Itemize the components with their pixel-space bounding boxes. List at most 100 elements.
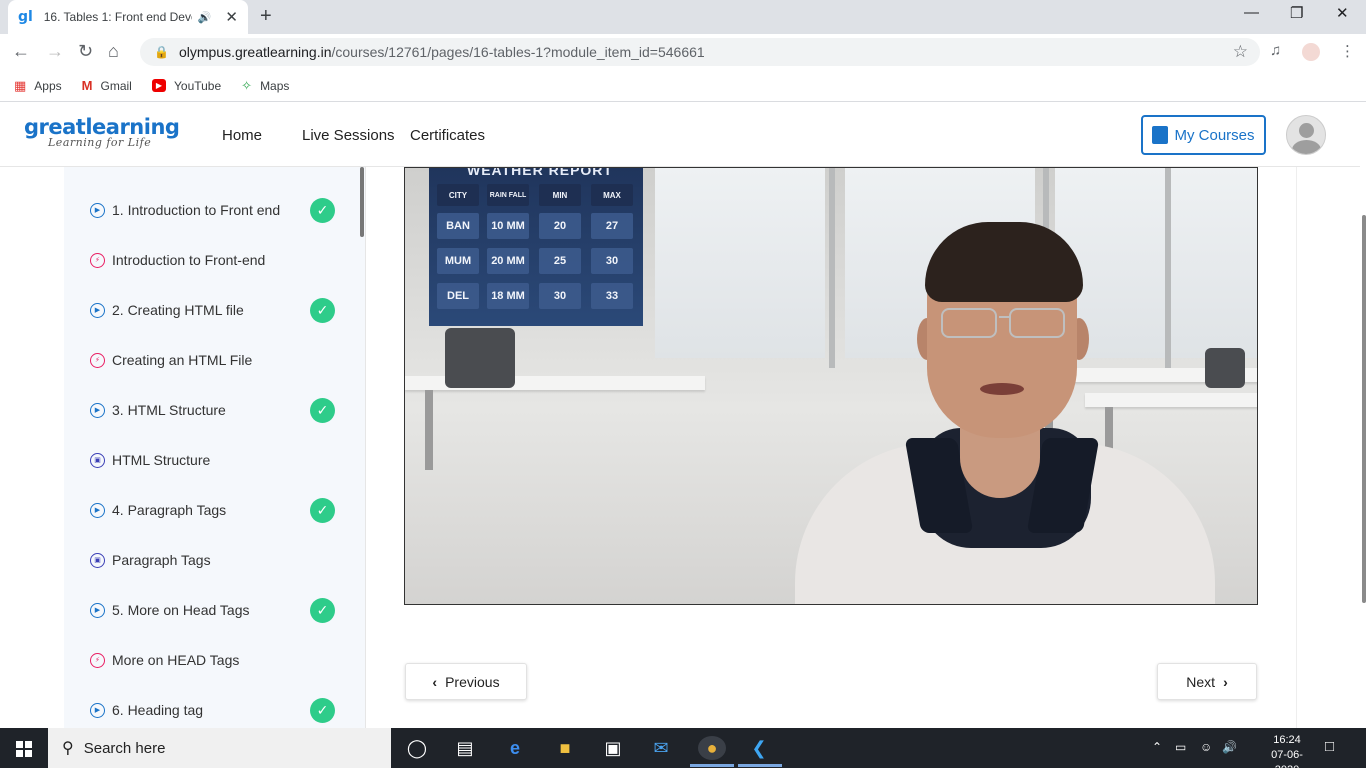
bookmark-label: Gmail [100,78,132,93]
bookmark-youtube[interactable]: ▶ YouTube [151,78,222,93]
url-path: /courses/12761/pages/16-tables-1?module_… [331,44,705,60]
module-label: 6. Heading tag [112,702,204,718]
profile-avatar-icon[interactable] [1302,43,1320,61]
previous-label: Previous [445,673,500,690]
module-item[interactable]: ▣ HTML Structure [90,448,210,472]
user-avatar[interactable] [1286,115,1326,155]
completed-check-icon: ✓ [310,698,335,723]
clock-time: 16:24 [1273,734,1301,746]
bookmark-label: YouTube [174,78,222,93]
edge-icon[interactable]: e [502,736,528,760]
bookmark-label: Maps [260,78,290,93]
module-item[interactable]: ⚡ Introduction to Front-end [90,248,265,272]
nav-home[interactable]: Home [222,127,262,144]
module-label: 4. Paragraph Tags [112,502,227,518]
battery-icon[interactable]: ▭ [1175,740,1186,754]
bookmark-apps[interactable]: ▦ Apps [14,78,62,94]
module-item[interactable]: ▶ 5. More on Head Tags [90,598,250,622]
task-view-icon[interactable]: ▤ [452,736,478,760]
chrome-icon[interactable]: ● [698,736,726,760]
system-clock[interactable]: 16:24 07-06-2020 [1262,733,1312,768]
close-tab-icon[interactable]: ✕ [225,8,238,26]
minimize-icon[interactable]: — [1244,4,1259,21]
browser-tab[interactable]: gl 16. Tables 1: Front end Devel 🔊 ✕ [8,0,248,34]
home-icon[interactable]: ⌂ [108,41,119,62]
reload-icon[interactable]: ↻ [78,41,93,62]
gmail-icon: M [81,78,93,93]
next-button[interactable]: Next › [1157,663,1257,700]
module-label: More on HEAD Tags [112,652,240,668]
close-window-icon[interactable]: ✕ [1336,4,1349,22]
chevron-right-icon: › [1223,673,1228,690]
live-session-icon: ⚡ [90,252,105,268]
url-host: olympus.greatlearning.in [178,44,332,60]
bookmark-gmail[interactable]: M Gmail [82,78,132,93]
module-item[interactable]: ⚡ Creating an HTML File [90,348,252,372]
module-label: HTML Structure [112,452,211,468]
lesson-video-player[interactable]: WEATHER REPORT CITY RAIN FALL MIN MAX BA… [404,167,1258,605]
video-play-icon: ▶ [90,402,105,418]
new-tab-icon[interactable]: + [260,5,272,28]
module-item[interactable]: ▶ 4. Paragraph Tags [90,498,226,522]
show-hidden-icons-icon[interactable]: ⌃ [1152,740,1162,754]
completed-check-icon: ✓ [310,498,335,523]
previous-button[interactable]: ‹ Previous [405,663,527,700]
volume-icon[interactable]: 🔊 [1222,740,1237,754]
completed-check-icon: ✓ [310,398,335,423]
file-explorer-icon[interactable]: ■ [552,736,578,760]
module-item[interactable]: ▶ 1. Introduction to Front end [90,198,280,222]
media-control-icon[interactable]: ♫ [1270,42,1281,59]
lock-icon[interactable]: 🔒 [154,45,169,59]
browser-toolbar: ← → ↻ ⌂ 🔒 olympus.greatlearning.in/cours… [0,34,1366,70]
action-center-icon[interactable]: □ [1325,738,1334,755]
module-item[interactable]: ⚡ More on HEAD Tags [90,648,239,672]
taskbar-search-box[interactable]: ⚲ Search here [48,728,391,768]
windows-taskbar: ⚲ Search here ◯ ▤ e ■ ▣ ✉ ● ❮ ⌃ ▭ ☺ 🔊 16… [0,728,1366,768]
completed-check-icon: ✓ [310,198,335,223]
module-label: 3. HTML Structure [112,402,226,418]
address-bar[interactable]: 🔒 olympus.greatlearning.in/courses/12761… [140,38,1260,66]
bookmark-maps[interactable]: ✧ Maps [241,78,289,94]
module-item[interactable]: ▶ 2. Creating HTML file [90,298,244,322]
maps-icon: ✧ [241,77,253,93]
mail-icon[interactable]: ✉ [648,736,674,760]
bookmark-star-icon[interactable]: ☆ [1233,42,1248,62]
bookmarks-bar: ▦ Apps M Gmail ▶ YouTube ✧ Maps [0,70,1366,102]
video-play-icon: ▶ [90,302,105,318]
chrome-menu-icon[interactable]: ⋮ [1340,42,1355,60]
windows-start-icon[interactable] [16,741,32,757]
nav-certificates[interactable]: Certificates [410,127,485,144]
greatlearning-logo[interactable]: greatlearning Learning for Life [24,115,180,149]
module-label: 2. Creating HTML file [112,302,244,318]
video-play-icon: ▶ [90,702,105,718]
table-cell: DEL [437,283,479,309]
module-item[interactable]: ▶ 3. HTML Structure [90,398,226,422]
completed-check-icon: ✓ [310,598,335,623]
forward-icon[interactable]: → [46,41,64,62]
back-icon[interactable]: ← [12,41,30,62]
wifi-icon[interactable]: ☺ [1200,740,1212,754]
cortana-icon[interactable]: ◯ [404,736,430,760]
module-item[interactable]: ▣ Paragraph Tags [90,548,211,572]
module-label: Introduction to Front-end [112,252,266,268]
nav-live-sessions[interactable]: Live Sessions [302,127,395,144]
audio-playing-icon[interactable]: 🔊 [198,11,212,24]
table-header: CITY [437,184,479,206]
course-module-sidebar: ▶ 1. Introduction to Front end ✓ ⚡ Introdu… [64,167,366,728]
youtube-icon: ▶ [151,79,166,92]
chevron-left-icon: ‹ [432,673,438,690]
site-header: greatlearning Learning for Life Home Liv… [0,103,1360,167]
my-courses-button[interactable]: My Courses [1141,115,1266,155]
vscode-icon[interactable]: ❮ [746,736,772,760]
module-item[interactable]: ▶ 6. Heading tag [90,698,203,722]
page-scrollbar[interactable] [1362,215,1366,603]
store-icon[interactable]: ▣ [600,736,626,760]
clock-date: 07-06-2020 [1271,749,1303,768]
module-label: Paragraph Tags [112,552,211,568]
table-cell: 10 MM [487,213,529,239]
maximize-icon[interactable]: ❐ [1290,4,1303,22]
browser-tab-strip: gl 16. Tables 1: Front end Devel 🔊 ✕ + —… [0,0,1366,34]
sidebar-scrollbar[interactable] [360,167,364,237]
completed-check-icon: ✓ [310,298,335,323]
book-icon [1152,126,1169,144]
